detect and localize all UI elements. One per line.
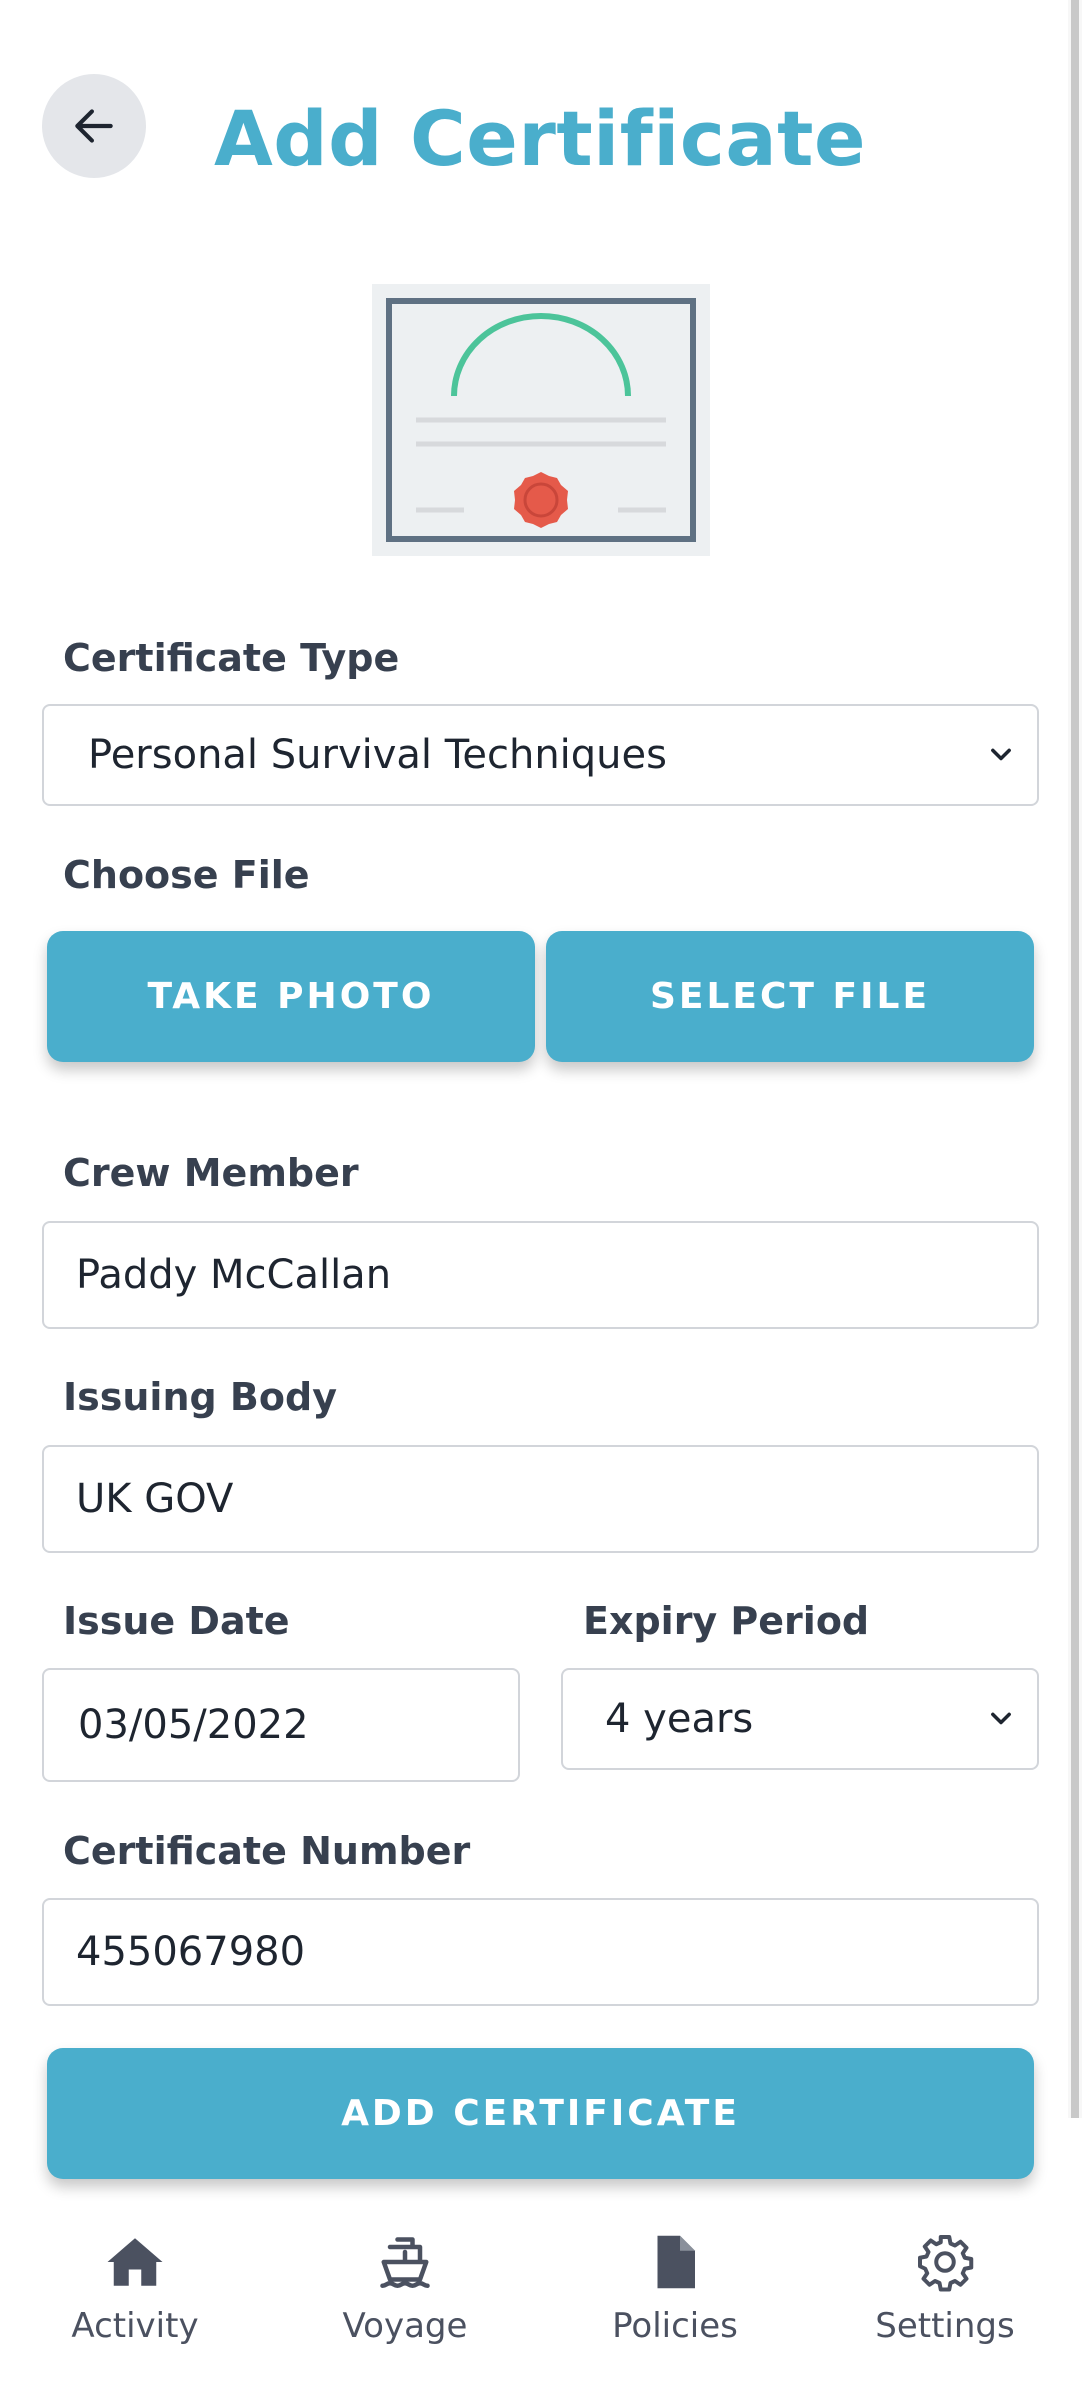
- certificate-illustration: [372, 284, 710, 556]
- certificate-number-value: 455067980: [76, 1929, 306, 1975]
- crew-member-label: Crew Member: [63, 1151, 359, 1195]
- crew-member-field[interactable]: Paddy McCallan: [42, 1221, 1039, 1329]
- nav-label-activity: Activity: [71, 2306, 199, 2346]
- gear-icon: [918, 2235, 974, 2292]
- issue-date-value: 03/05/2022: [78, 1702, 309, 1748]
- expiry-period-select[interactable]: 4 years: [561, 1668, 1039, 1770]
- scrollbar-thumb[interactable]: [1071, 0, 1079, 2118]
- certificate-type-value: Personal Survival Techniques: [88, 732, 667, 778]
- expiry-period-label: Expiry Period: [583, 1599, 870, 1643]
- certificate-number-label: Certificate Number: [63, 1829, 471, 1873]
- add-certificate-page: Add Certificate Certificate Type Persona…: [0, 0, 1082, 2402]
- issue-date-label: Issue Date: [63, 1599, 290, 1643]
- nav-item-policies[interactable]: Policies: [565, 2232, 785, 2402]
- crew-member-value: Paddy McCallan: [76, 1252, 392, 1298]
- chevron-down-icon: [991, 748, 1011, 761]
- issue-date-field[interactable]: 03/05/2022: [42, 1668, 520, 1782]
- document-icon: [657, 2235, 695, 2289]
- add-certificate-button[interactable]: ADD CERTIFICATE: [47, 2048, 1034, 2179]
- arrow-left-icon: [75, 109, 113, 143]
- chevron-down-icon: [991, 1712, 1011, 1725]
- nav-item-activity[interactable]: Activity: [25, 2232, 245, 2402]
- certificate-number-field[interactable]: 455067980: [42, 1898, 1039, 2006]
- choose-file-label: Choose File: [63, 853, 310, 897]
- issuing-body-field[interactable]: UK GOV: [42, 1445, 1039, 1553]
- expiry-period-value: 4 years: [605, 1696, 754, 1742]
- nav-label-policies: Policies: [612, 2306, 738, 2346]
- select-file-button[interactable]: SELECT FILE: [546, 931, 1034, 1062]
- nav-item-settings[interactable]: Settings: [835, 2232, 1055, 2402]
- page-title: Add Certificate: [213, 94, 867, 183]
- back-button[interactable]: [42, 74, 146, 178]
- issuing-body-value: UK GOV: [76, 1476, 234, 1522]
- nav-label-settings: Settings: [875, 2306, 1015, 2346]
- home-icon: [107, 2238, 163, 2286]
- issuing-body-label: Issuing Body: [63, 1375, 337, 1419]
- take-photo-button[interactable]: TAKE PHOTO: [47, 931, 535, 1062]
- nav-label-voyage: Voyage: [342, 2306, 468, 2346]
- bottom-navigation: Activity Voyage Policies Settings: [0, 2232, 1082, 2402]
- certificate-type-select[interactable]: Personal Survival Techniques: [42, 704, 1039, 806]
- ship-icon: [380, 2237, 430, 2288]
- certificate-type-label: Certificate Type: [63, 636, 400, 680]
- nav-item-voyage[interactable]: Voyage: [295, 2232, 515, 2402]
